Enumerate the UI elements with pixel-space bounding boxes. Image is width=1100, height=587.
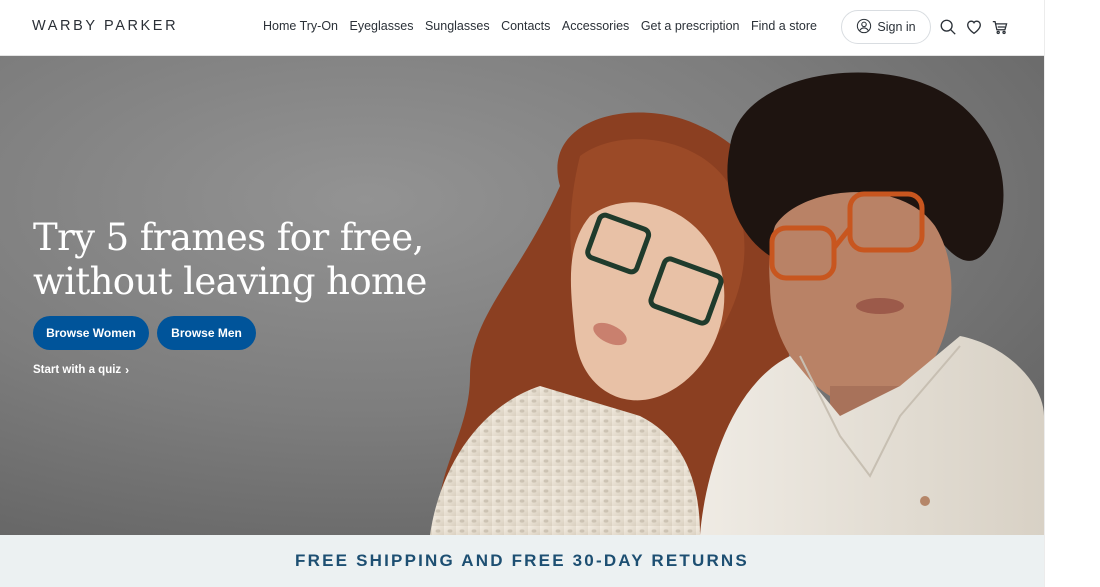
sign-in-button[interactable]: Sign in xyxy=(841,10,931,44)
user-icon xyxy=(856,18,872,37)
cart-icon[interactable] xyxy=(991,18,1009,36)
start-quiz-link[interactable]: Start with a quiz › xyxy=(33,363,129,377)
page: WARBY PARKER Home Try-On Eyeglasses Sung… xyxy=(0,0,1044,587)
nav-home-try-on[interactable]: Home Try-On xyxy=(263,19,338,33)
promo-banner: FREE SHIPPING AND FREE 30-DAY RETURNS xyxy=(0,535,1044,587)
window-gutter xyxy=(1044,0,1100,587)
heart-icon[interactable] xyxy=(965,18,983,36)
nav-accessories[interactable]: Accessories xyxy=(562,19,629,33)
nav-find-a-store[interactable]: Find a store xyxy=(751,19,817,33)
site-header: WARBY PARKER Home Try-On Eyeglasses Sung… xyxy=(0,0,1044,56)
chevron-right-icon: › xyxy=(125,363,130,377)
nav-contacts[interactable]: Contacts xyxy=(501,19,550,33)
promo-banner-text: FREE SHIPPING AND FREE 30-DAY RETURNS xyxy=(295,551,749,570)
main-nav: Home Try-On Eyeglasses Sunglasses Contac… xyxy=(263,19,829,33)
start-quiz-label: Start with a quiz xyxy=(33,364,122,376)
browse-women-button[interactable]: Browse Women xyxy=(33,316,149,350)
logo[interactable]: WARBY PARKER xyxy=(32,18,178,34)
browse-men-button[interactable]: Browse Men xyxy=(157,316,256,350)
nav-get-a-prescription[interactable]: Get a prescription xyxy=(641,19,740,33)
nav-sunglasses[interactable]: Sunglasses xyxy=(425,19,490,33)
hero-section: Try 5 frames for free, without leaving h… xyxy=(0,56,1044,535)
search-icon[interactable] xyxy=(939,18,957,36)
nav-eyeglasses[interactable]: Eyeglasses xyxy=(350,19,414,33)
hero-title: Try 5 frames for free, without leaving h… xyxy=(33,216,427,303)
sign-in-label: Sign in xyxy=(877,20,916,34)
